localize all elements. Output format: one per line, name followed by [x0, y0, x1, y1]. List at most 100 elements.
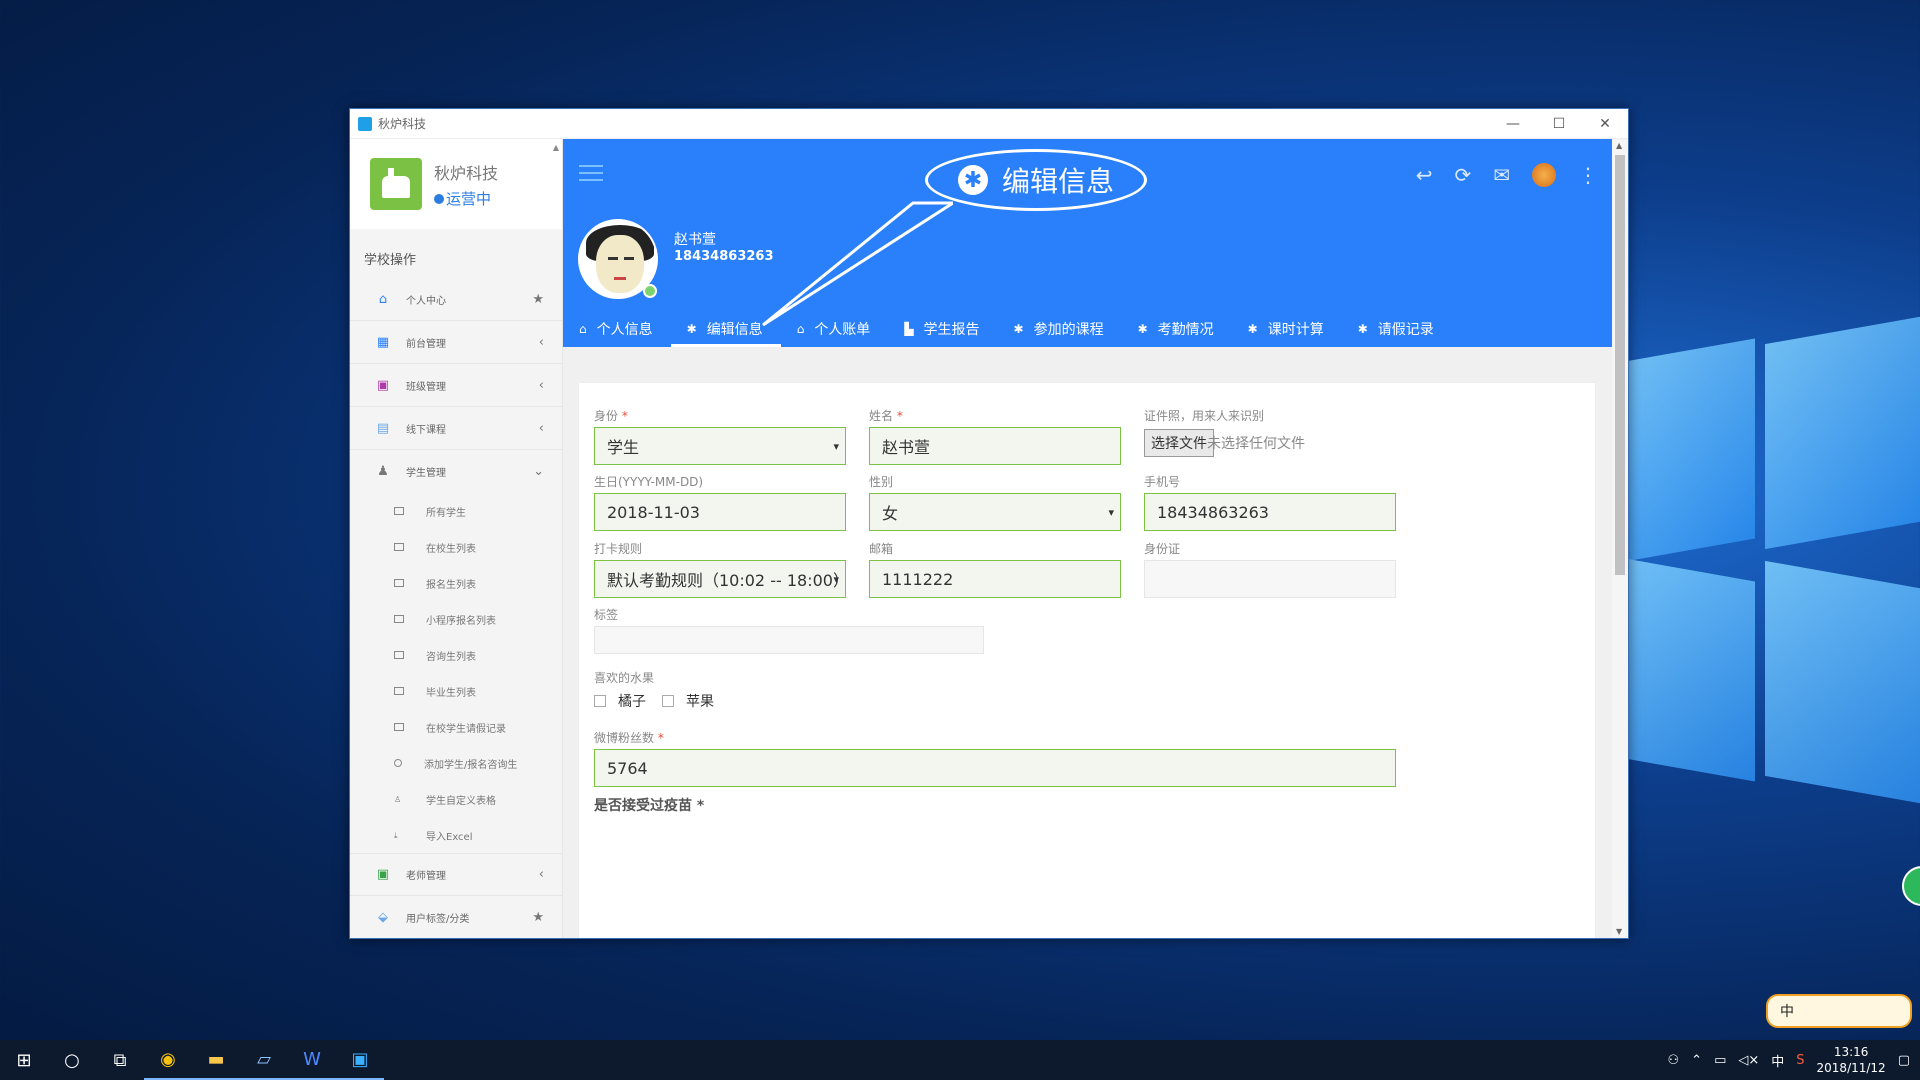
ime-toolbar[interactable]: 中 [1766, 994, 1912, 1028]
sub-item-applicant-list[interactable]: 报名生列表 [350, 565, 562, 601]
tag-input[interactable] [594, 626, 984, 654]
gender-select[interactable]: 女 [869, 493, 1121, 531]
sub-item-label: 添加学生/报名咨询生 [424, 759, 518, 771]
windows-start-icon[interactable]: ⊞ [0, 1040, 48, 1080]
sub-item-label: 在校学生请假记录 [426, 723, 506, 735]
scroll-up-arrow[interactable]: ▲ [1616, 141, 1622, 150]
sub-item-custom-table[interactable]: ♙ 学生自定义表格 [350, 781, 562, 817]
wps-icon[interactable]: W [288, 1040, 336, 1080]
header-toolbar: ↩ ⟳ ✉ ⋮ [1416, 163, 1598, 187]
list-icon [394, 579, 404, 587]
status-badge: 运营中 [434, 188, 498, 209]
fruit-label: 喜欢的水果 [594, 671, 655, 685]
phone-label: 手机号 [1144, 475, 1181, 489]
volume-icon[interactable]: ◁× [1738, 1053, 1759, 1068]
sub-item-miniprogram-list[interactable]: 小程序报名列表 [350, 601, 562, 637]
close-button[interactable]: ✕ [1582, 116, 1628, 132]
tab-attendance[interactable]: ✱ 考勤情况 [1122, 311, 1232, 347]
sub-item-label: 学生自定义表格 [426, 795, 496, 807]
tab-enrolled-courses[interactable]: ✱ 参加的课程 [998, 311, 1122, 347]
sidebar-item-student-management[interactable]: ♟ 学生管理 ⌄ [350, 450, 562, 493]
sub-item-import-excel[interactable]: ⤓ 导入Excel [350, 817, 562, 853]
people-icon[interactable]: ⚇ [1668, 1053, 1680, 1068]
main-scrollbar[interactable]: ▲ ▼ [1612, 139, 1628, 938]
sub-item-label: 小程序报名列表 [426, 615, 496, 627]
sidebar-item-user-tags[interactable]: ⬙ 用户标签/分类 ★ [350, 896, 562, 938]
sub-item-enrolled-list[interactable]: 在校生列表 [350, 529, 562, 565]
tab-leave-records[interactable]: ✱ 请假记录 [1342, 311, 1452, 347]
fruit-option-orange[interactable]: 橘子 [594, 691, 646, 711]
maximize-button[interactable]: ☐ [1536, 116, 1582, 132]
sub-item-all-students[interactable]: 所有学生 [350, 493, 562, 529]
chevron-left-icon: ‹ [538, 420, 544, 436]
back-icon[interactable]: ↩ [1416, 163, 1433, 187]
task-view-icon[interactable]: ⧉ [96, 1040, 144, 1080]
file-explorer-icon[interactable]: ▬ [192, 1040, 240, 1080]
tab-label: 参加的课程 [1033, 322, 1104, 338]
scroll-down-arrow[interactable]: ▼ [1616, 927, 1622, 936]
clock[interactable]: 13:16 2018/11/12 [1817, 1044, 1886, 1076]
checkbox[interactable] [594, 695, 606, 707]
sidebar-item-class-management[interactable]: ▣ 班级管理 ‹ [350, 364, 562, 407]
callout-pointer [762, 201, 953, 327]
app-window: 秋炉科技 — ☐ ✕ ▲ 秋炉科技 运营中 学校操作 ⌂ 个人中心 ★ ▦ 前台… [349, 108, 1629, 939]
email-label: 邮箱 [869, 542, 894, 556]
message-icon[interactable]: ✉ [1493, 163, 1510, 187]
sogou-icon[interactable]: S [1796, 1053, 1804, 1068]
choose-file-button[interactable]: 选择文件 [1144, 429, 1214, 457]
phone-input[interactable]: 18434863263 [1144, 493, 1396, 531]
sidebar-item-personal-center[interactable]: ⌂ 个人中心 ★ [350, 278, 562, 321]
cortana-icon[interactable]: ○ [48, 1040, 96, 1080]
chrome-icon[interactable]: ◉ [144, 1040, 192, 1080]
refresh-icon[interactable]: ⟳ [1454, 163, 1471, 187]
sub-item-label: 在校生列表 [426, 543, 476, 555]
list-icon [394, 651, 404, 659]
checkbox[interactable] [662, 695, 674, 707]
tab-label: 个人信息 [596, 322, 653, 338]
chevron-up-icon[interactable]: ⌃ [1691, 1053, 1702, 1068]
system-tray: ⚇ ⌃ ▭ ◁× 中 S 13:16 2018/11/12 ▢ [1668, 1044, 1920, 1076]
birthday-input[interactable]: 2018-11-03 [594, 493, 846, 531]
sub-item-graduate-list[interactable]: 毕业生列表 [350, 673, 562, 709]
minimize-button[interactable]: — [1490, 116, 1536, 132]
tab-class-hours[interactable]: ✱ 课时计算 [1232, 311, 1342, 347]
weibo-input[interactable]: 5764 [594, 749, 1396, 787]
edit-form-card: 身份 * 学生 姓名 * 赵书萱 证件照，用来人来识别 选择文件 未选择任何文件… [578, 382, 1596, 938]
list-icon [394, 687, 404, 695]
notification-icon[interactable]: ▢ [1898, 1053, 1910, 1068]
gender-label: 性别 [869, 475, 894, 489]
chevron-left-icon: ‹ [538, 867, 544, 882]
list-icon [394, 543, 404, 551]
identity-select[interactable]: 学生 [594, 427, 846, 465]
sub-item-add-student[interactable]: 添加学生/报名咨询生 [350, 745, 562, 781]
menu-toggle-icon[interactable] [579, 165, 603, 186]
course-icon: ▤ [376, 420, 390, 436]
sub-item-consultation-list[interactable]: 咨询生列表 [350, 637, 562, 673]
sidebar-scroll-up[interactable]: ▲ [553, 143, 559, 152]
floating-widget-ball[interactable] [1902, 866, 1920, 906]
sidebar-item-offline-course[interactable]: ▤ 线下课程 ‹ [350, 407, 562, 450]
clock-rule-select[interactable]: 默认考勤规则（10:02 -- 18:00） [594, 560, 849, 598]
name-input[interactable]: 赵书萱 [869, 427, 1121, 465]
fruit-option-apple[interactable]: 苹果 [662, 691, 714, 711]
brand-name: 秋炉科技 [434, 163, 499, 183]
tab-personal-info[interactable]: ⌂ 个人信息 [563, 311, 671, 347]
user-avatar-icon[interactable] [1532, 163, 1556, 187]
desktop-windows-logo [1625, 315, 1920, 810]
more-icon[interactable]: ⋮ [1578, 163, 1598, 187]
email-input[interactable]: 1111222 [869, 560, 1121, 598]
window-title: 秋炉科技 [378, 117, 427, 131]
scroll-thumb[interactable] [1615, 155, 1625, 575]
id-card-input[interactable] [1144, 560, 1396, 598]
sidebar-item-front-desk[interactable]: ▦ 前台管理 ‹ [350, 321, 562, 364]
notepad-icon[interactable]: ▱ [240, 1040, 288, 1080]
app-icon[interactable]: ▣ [336, 1040, 384, 1080]
sidebar-item-label: 个人中心 [406, 295, 446, 307]
network-icon[interactable]: ▭ [1714, 1053, 1726, 1068]
sidebar-item-teacher-management[interactable]: ▣ 老师管理 ‹ [350, 853, 562, 896]
sub-item-label: 咨询生列表 [426, 651, 476, 663]
gear-icon: ✱ [1137, 322, 1148, 336]
tab-label: 课时计算 [1267, 322, 1324, 338]
input-language[interactable]: 中 [1771, 1051, 1784, 1070]
sub-item-leave-records[interactable]: 在校学生请假记录 [350, 709, 562, 745]
